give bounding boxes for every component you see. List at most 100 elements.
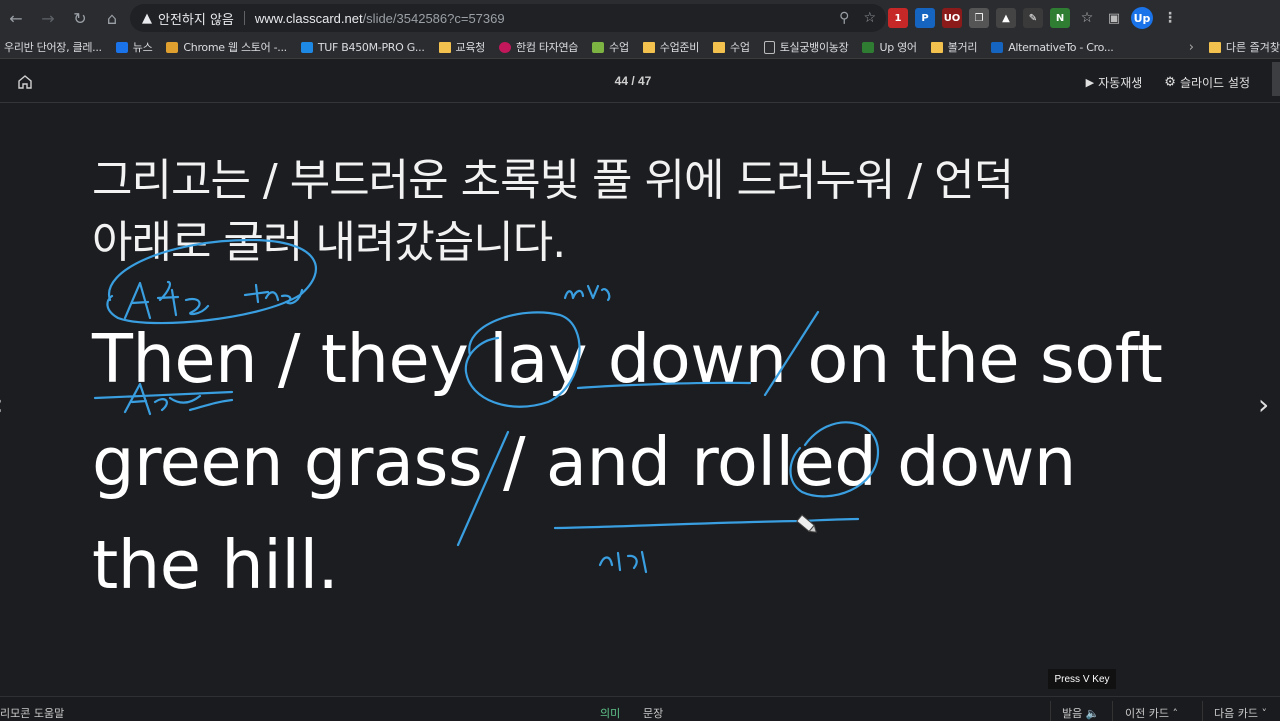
extension-red-icon[interactable]: 1 [888,8,908,28]
autoplay-label: 자동재생 [1098,75,1143,90]
page-icon [763,40,775,54]
divider [1202,701,1203,721]
bookmark-label: 수업 [609,41,629,54]
bookmark-item[interactable]: 수업 [713,39,750,55]
speaker-icon: 🔈 [1085,707,1100,720]
english-sentence: Then / they lay down on the soft green g… [92,308,1222,617]
extension-gray-icon[interactable]: ▲ [996,8,1016,28]
chevron-up-icon: ˄ [1172,707,1178,720]
chevron-down-icon: ˅ [1261,707,1267,720]
bookmark-item[interactable]: Up 영어 [862,39,917,55]
bookmarks-bar: 우리반 단어장, 클레... 뉴스 Chrome 웹 스토어 -... TUF … [0,36,1280,59]
chevron-right-icon[interactable]: › [1189,36,1194,58]
extension-green-icon[interactable]: N [1050,8,1070,28]
omnibox-divider [243,11,245,25]
scrollbar[interactable] [1272,62,1280,96]
slide-settings-button[interactable]: ⚙ 슬라이드 설정 [1164,74,1250,91]
bookmark-label: 한컴 타자연습 [516,41,579,54]
url-path: /slide/3542586?c=57369 [362,10,505,26]
prev-card-label: 이전 카드 [1125,707,1169,720]
reload-icon[interactable]: ↻ [64,2,96,34]
pronounce-button[interactable]: 발음 🔈 [1062,705,1099,721]
bookmark-item[interactable]: 한컴 타자연습 [499,39,578,55]
slide-counter: 44 / 47 [614,74,652,88]
chrome-store-icon [166,41,179,53]
extension-pen-icon[interactable]: ✎ [1023,8,1043,28]
tab-meaning[interactable]: 의미 [600,705,620,721]
bookmark-label: 우리반 단어장, 클레... [4,41,102,54]
pronounce-label: 발음 [1062,707,1083,720]
bookmark-item[interactable]: 뉴스 [115,39,153,55]
korean-line: 그리고는 / 부드러운 초록빛 풀 위에 드러누워 / 언덕 [92,155,1014,206]
bookmark-label: 토실궁뱅이농장 [779,41,849,54]
bookmark-item[interactable]: 우리반 단어장, 클레... [4,39,102,55]
hancom-icon [499,41,511,53]
divider [1112,701,1113,721]
home-icon[interactable]: ⌂ [96,2,128,34]
other-bookmarks-label: 다른 즐겨찾 [1225,41,1280,54]
extension-blue-icon[interactable]: P [915,8,935,28]
bookmark-label: Chrome 웹 스토어 -... [183,41,287,54]
profile-avatar[interactable]: Up [1131,7,1153,29]
bookmark-label: 볼거리 [947,41,978,54]
bookmark-label: TUF B450M-PRO G... [317,40,425,54]
folder-icon [713,41,726,53]
note-over-lay [563,284,611,302]
url-text[interactable]: www.classcard.net/slide/3542586?c=57369 [255,11,505,26]
bookmark-star-icon[interactable]: ☆ [863,10,876,26]
remote-help-link[interactable]: 리모콘 도움말 [0,705,64,721]
bookmark-label: 뉴스 [132,41,153,54]
folder-icon [438,41,451,53]
menu-icon[interactable]: ⋮ [1160,8,1180,28]
bookmark-item[interactable]: 수업준비 [642,39,700,55]
bookmark-item[interactable]: 볼거리 [930,39,978,55]
korean-line: 아래로 굴러 내려갔습니다. [92,217,566,268]
keyboard-hint-tooltip: Press V Key [1048,669,1116,689]
image-icon [592,41,605,53]
collections-icon[interactable]: ▣ [1104,8,1124,28]
english-line: green grass / and rolled down [92,423,1076,501]
extensions-row: 1 P UO ❐ ▲ ✎ N ☆ ▣ Up ⋮ [888,4,1180,32]
next-slide-arrow[interactable]: › [1258,388,1269,421]
play-icon: ▶ [1085,75,1095,89]
next-card-label: 다음 카드 [1214,707,1258,720]
bookmark-item[interactable]: 토실궁뱅이농장 [763,39,849,55]
english-line: Then / they lay down on the soft [92,320,1163,398]
warning-icon[interactable]: ▲ [142,11,152,26]
remote-control-bar: 리모콘 도움말 의미 문장 발음 🔈 이전 카드 ˄ 다음 카드 ˅ [0,696,1280,721]
bookmark-item[interactable]: TUF B450M-PRO G... [300,40,425,54]
bookmark-item[interactable]: Chrome 웹 스토어 -... [166,39,287,55]
next-card-button[interactable]: 다음 카드 ˅ [1214,705,1267,721]
prev-card-button[interactable]: 이전 카드 ˄ [1125,705,1178,721]
asus-icon [300,41,313,53]
zoom-icon[interactable]: ⚲ [839,10,849,26]
slide-header: 44 / 47 ▶ 자동재생 ⚙ 슬라이드 설정 [0,62,1280,103]
bookmark-label: Up 영어 [879,41,917,54]
news-icon [115,41,128,53]
korean-sentence: 그리고는 / 부드러운 초록빛 풀 위에 드러누워 / 언덕 아래로 굴러 내려… [92,150,1192,274]
bookmark-label: 수업 [730,41,750,54]
folder-icon [930,41,943,53]
settings-label: 슬라이드 설정 [1179,75,1250,90]
bookmark-item[interactable]: AlternativeTo - Cro... [991,40,1114,54]
extension-copy-icon[interactable]: ❐ [969,8,989,28]
prev-slide-arrow[interactable]: ‹ [0,388,3,421]
security-label[interactable]: 안전하지 않음 [158,9,234,28]
divider [1050,701,1051,721]
back-icon[interactable]: ← [0,2,32,34]
bookmark-label: 수업준비 [659,41,700,54]
tab-sentence[interactable]: 문장 [643,705,663,721]
other-bookmarks[interactable]: 다른 즐겨찾 [1202,36,1280,58]
extension-ublock-icon[interactable]: UO [942,8,962,28]
bookmark-label: AlternativeTo - Cro... [1008,40,1114,54]
address-bar[interactable]: ▲ 안전하지 않음 www.classcard.net/slide/354258… [130,4,886,32]
bookmark-item[interactable]: 수업 [592,39,629,55]
folder-icon [642,41,655,53]
reading-list-icon[interactable]: ☆ [1077,8,1097,28]
gear-icon: ⚙ [1164,74,1176,90]
folder-icon [1208,41,1221,53]
forward-icon[interactable]: → [32,2,64,34]
url-host: www.classcard.net [254,10,363,26]
autoplay-button[interactable]: ▶ 자동재생 [1086,74,1143,91]
bookmark-item[interactable]: 교육청 [438,39,485,55]
